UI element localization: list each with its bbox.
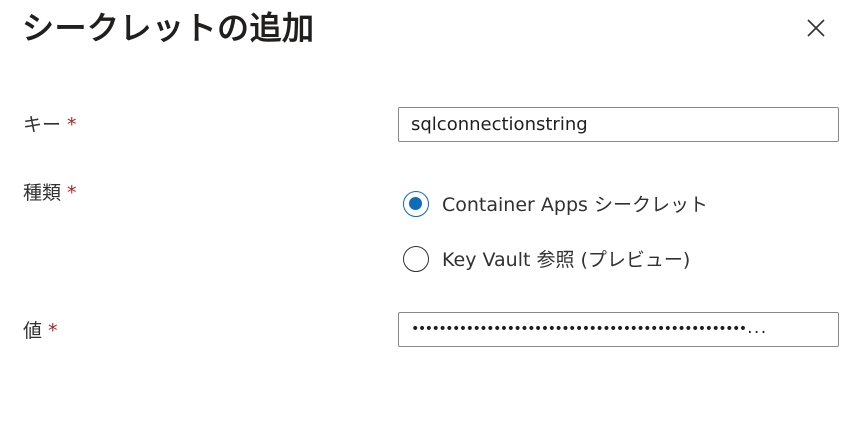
close-icon <box>807 19 825 37</box>
required-mark: * <box>67 114 77 136</box>
radio-button-checked[interactable] <box>403 190 429 217</box>
radio-label: Container Apps シークレット <box>442 194 708 216</box>
required-mark: * <box>48 320 58 342</box>
radio-key-vault-reference[interactable]: Key Vault 参照 (プレビュー) <box>403 245 690 272</box>
radio-button-unchecked[interactable] <box>403 245 429 272</box>
masked-value: ••••••••••••••••••••••••••••••••••••••••… <box>411 321 768 337</box>
value-label-text: 値 <box>23 320 43 342</box>
add-secret-panel: シークレットの追加 キー* 種類* Container Apps シークレット … <box>0 0 865 445</box>
value-label: 値 * <box>23 319 58 343</box>
key-label: キー * <box>23 113 77 137</box>
radio-container-apps-secret[interactable]: Container Apps シークレット <box>403 190 708 217</box>
type-label: 種類 * <box>23 181 77 205</box>
value-input[interactable]: ••••••••••••••••••••••••••••••••••••••••… <box>398 312 839 347</box>
required-mark: * <box>67 182 77 204</box>
key-label-text: キー <box>23 114 62 136</box>
panel-title: シークレットの追加 <box>22 9 315 47</box>
key-input[interactable] <box>398 107 839 142</box>
type-label-text: 種類 <box>23 182 62 204</box>
radio-label: Key Vault 参照 (プレビュー) <box>442 249 691 271</box>
close-button[interactable] <box>800 12 832 44</box>
